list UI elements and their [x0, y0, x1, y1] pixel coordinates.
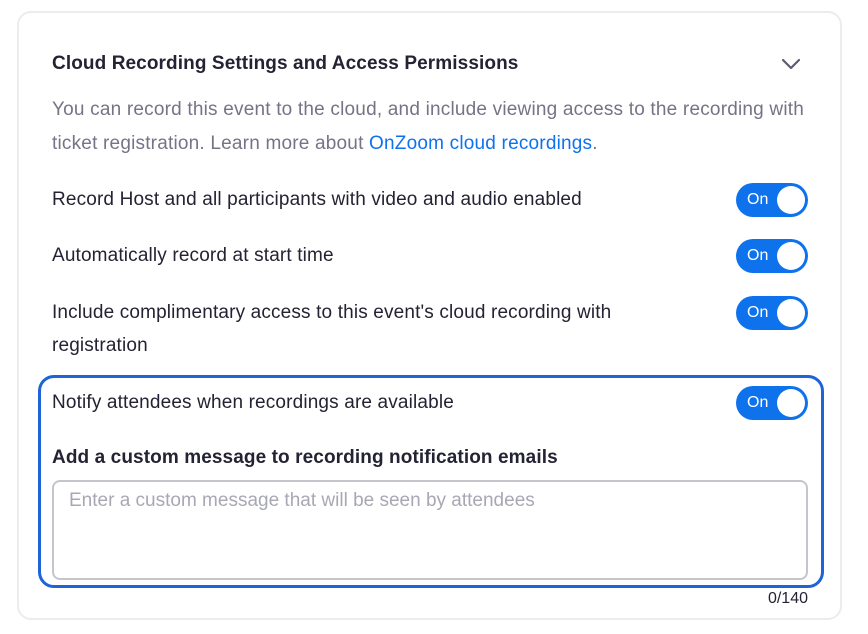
setting-row-record-all: Record Host and all participants with vi… [52, 183, 808, 217]
notify-attendees-toggle[interactable]: On [736, 386, 808, 420]
record-all-toggle[interactable]: On [736, 183, 808, 217]
toggle-knob [777, 242, 805, 270]
toggle-state-label: On [747, 304, 769, 321]
setting-label: Record Host and all participants with vi… [52, 189, 582, 210]
complimentary-access-toggle[interactable]: On [736, 296, 808, 330]
setting-row-complimentary-access: Include complimentary access to this eve… [52, 296, 808, 362]
setting-row-notify-attendees: Notify attendees when recordings are ava… [52, 386, 808, 420]
character-counter: 0/140 [767, 590, 808, 607]
section-title: Cloud Recording Settings and Access Perm… [52, 53, 519, 74]
setting-row-auto-record: Automatically record at start time On [52, 239, 808, 273]
setting-label: Automatically record at start time [52, 245, 334, 266]
toggle-state-label: On [747, 191, 769, 208]
auto-record-toggle[interactable]: On [736, 239, 808, 273]
section-description: You can record this event to the cloud, … [52, 93, 808, 161]
chevron-down-icon[interactable] [780, 53, 802, 75]
toggle-knob [777, 186, 805, 214]
cloud-recordings-link[interactable]: OnZoom cloud recordings [369, 133, 592, 154]
section-header[interactable]: Cloud Recording Settings and Access Perm… [52, 51, 808, 79]
toggle-knob [777, 389, 805, 417]
setting-label: Include complimentary access to this eve… [52, 302, 612, 356]
description-end: . [592, 133, 598, 154]
custom-message-heading: Add a custom message to recording notifi… [52, 447, 558, 468]
toggle-state-label: On [747, 394, 769, 411]
toggle-knob [777, 299, 805, 327]
setting-label: Notify attendees when recordings are ava… [52, 392, 454, 413]
toggle-state-label: On [747, 247, 769, 264]
custom-message-input[interactable] [52, 480, 808, 580]
